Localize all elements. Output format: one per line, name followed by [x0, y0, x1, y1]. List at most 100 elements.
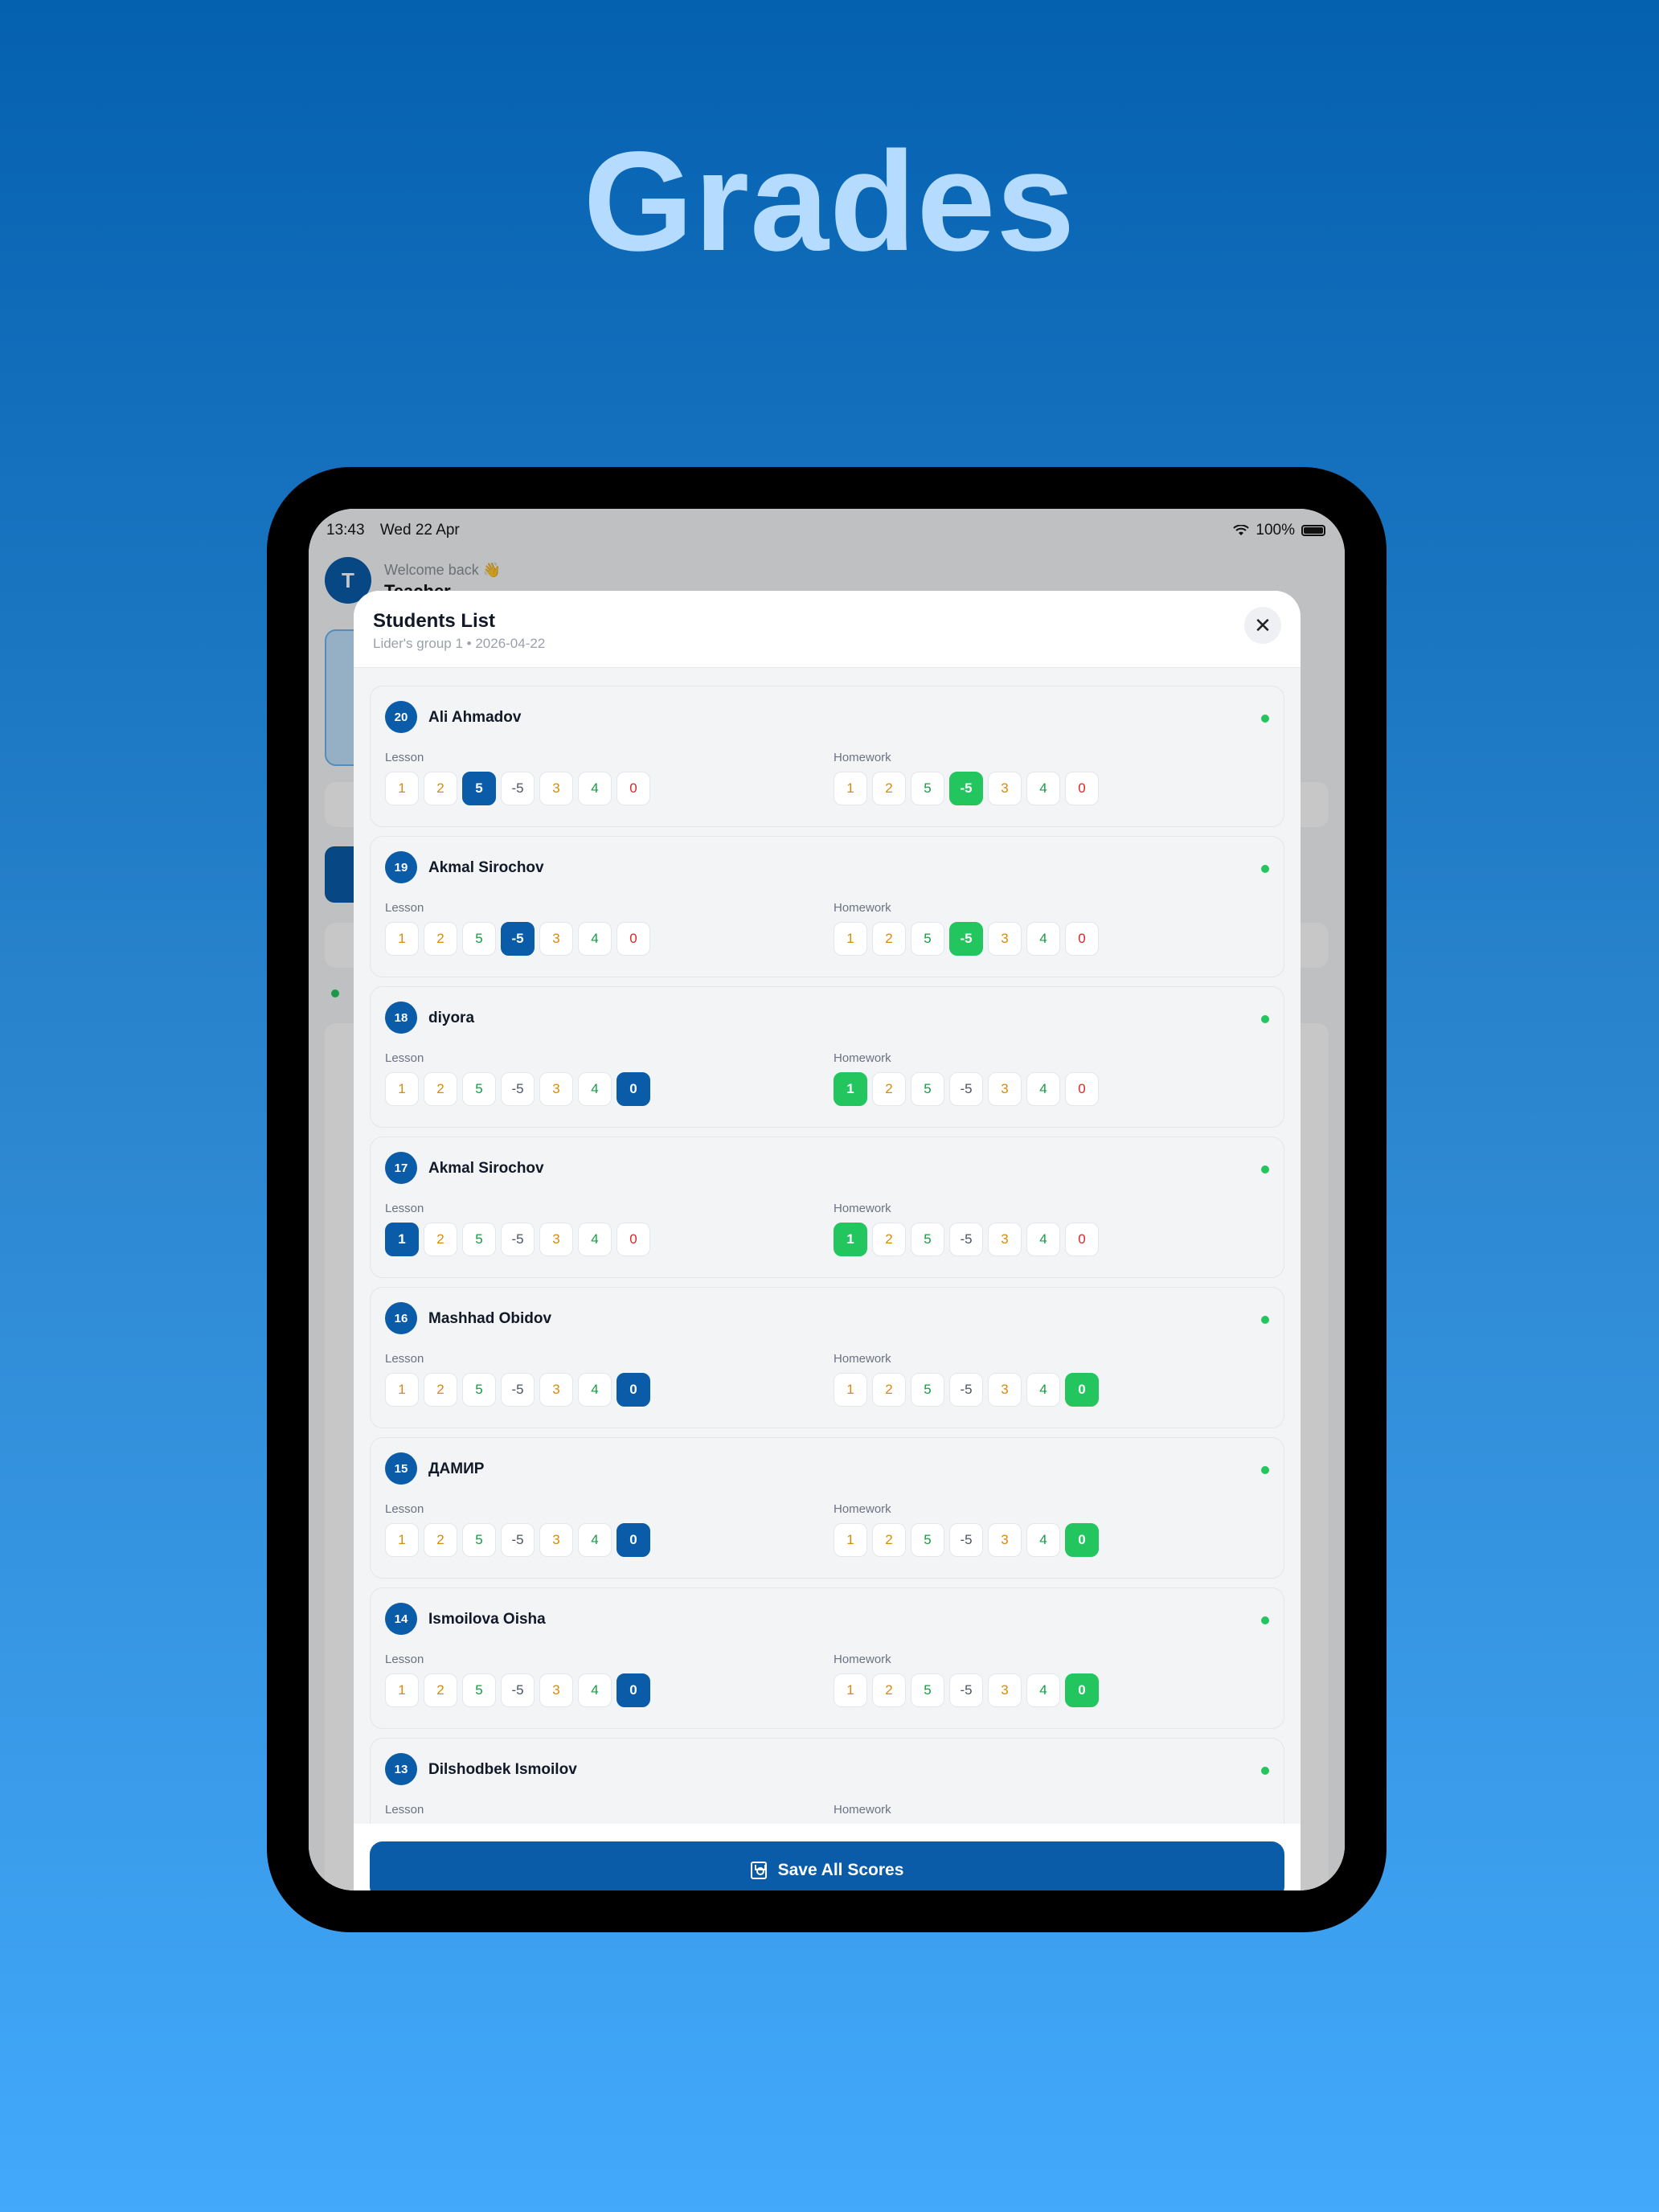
- lesson-grade-button[interactable]: 0: [616, 772, 650, 805]
- lesson-grade-button[interactable]: 3: [539, 1523, 573, 1557]
- lesson-grade-button[interactable]: 0: [616, 1673, 650, 1707]
- homework-grade-button[interactable]: 0: [1065, 922, 1099, 956]
- lesson-grade-button[interactable]: 3: [539, 1223, 573, 1256]
- homework-grade-button[interactable]: -5: [949, 772, 983, 805]
- lesson-grade-button[interactable]: 2: [424, 1373, 457, 1407]
- lesson-grade-button[interactable]: -5: [501, 1373, 535, 1407]
- lesson-grade-button[interactable]: 0: [616, 1523, 650, 1557]
- lesson-grade-button[interactable]: 0: [616, 1373, 650, 1407]
- lesson-grade-button[interactable]: 0: [616, 922, 650, 956]
- homework-grade-button[interactable]: 2: [872, 1373, 906, 1407]
- homework-grade-button[interactable]: 3: [988, 1523, 1022, 1557]
- homework-grade-button[interactable]: 0: [1065, 772, 1099, 805]
- lesson-grade-button[interactable]: 2: [424, 1523, 457, 1557]
- lesson-grade-button[interactable]: 3: [539, 1072, 573, 1106]
- homework-grade-button[interactable]: 3: [988, 1072, 1022, 1106]
- lesson-grade-button[interactable]: 1: [385, 772, 419, 805]
- lesson-grade-button[interactable]: -5: [501, 1072, 535, 1106]
- lesson-grade-button[interactable]: 5: [462, 1223, 496, 1256]
- homework-grade-button[interactable]: -5: [949, 1072, 983, 1106]
- homework-grade-button[interactable]: 5: [911, 1373, 944, 1407]
- homework-grade-button[interactable]: 3: [988, 1223, 1022, 1256]
- lesson-grade-button[interactable]: 1: [385, 1673, 419, 1707]
- lesson-grade-button[interactable]: 1: [385, 922, 419, 956]
- lesson-grade-button[interactable]: 0: [616, 1072, 650, 1106]
- homework-grade-button[interactable]: 1: [834, 772, 867, 805]
- homework-grade-button[interactable]: 3: [988, 772, 1022, 805]
- lesson-grade-button[interactable]: 2: [424, 772, 457, 805]
- homework-grade-button[interactable]: 1: [834, 1072, 867, 1106]
- homework-grade-button[interactable]: 5: [911, 1673, 944, 1707]
- lesson-grade-button[interactable]: 3: [539, 1373, 573, 1407]
- lesson-grade-button[interactable]: 1: [385, 1523, 419, 1557]
- homework-grade-button[interactable]: 2: [872, 1223, 906, 1256]
- homework-grade-button[interactable]: 4: [1026, 1523, 1060, 1557]
- homework-grade-button[interactable]: -5: [949, 1373, 983, 1407]
- lesson-grade-button[interactable]: 2: [424, 922, 457, 956]
- homework-grade-button[interactable]: 2: [872, 1523, 906, 1557]
- lesson-grade-button[interactable]: 2: [424, 1673, 457, 1707]
- lesson-grade-button[interactable]: 5: [462, 1523, 496, 1557]
- lesson-grade-button[interactable]: 3: [539, 772, 573, 805]
- lesson-grade-button[interactable]: -5: [501, 772, 535, 805]
- lesson-grade-button[interactable]: 4: [578, 1673, 612, 1707]
- homework-grade-button[interactable]: 1: [834, 1673, 867, 1707]
- lesson-grade-button[interactable]: 3: [539, 922, 573, 956]
- lesson-grade-button[interactable]: 4: [578, 1072, 612, 1106]
- homework-grade-button[interactable]: 1: [834, 1223, 867, 1256]
- homework-grade-button[interactable]: 5: [911, 772, 944, 805]
- homework-grade-button[interactable]: 2: [872, 1072, 906, 1106]
- lesson-grade-button[interactable]: 1: [385, 1072, 419, 1106]
- lesson-grade-button[interactable]: 1: [385, 1373, 419, 1407]
- lesson-grade-button[interactable]: 4: [578, 772, 612, 805]
- lesson-grade-button[interactable]: 5: [462, 1072, 496, 1106]
- homework-grade-button[interactable]: -5: [949, 1223, 983, 1256]
- homework-grade-button[interactable]: 3: [988, 1373, 1022, 1407]
- homework-grade-button[interactable]: 0: [1065, 1223, 1099, 1256]
- homework-grade-button[interactable]: -5: [949, 1673, 983, 1707]
- homework-grade-button[interactable]: 4: [1026, 1373, 1060, 1407]
- lesson-grade-button[interactable]: 2: [424, 1072, 457, 1106]
- homework-grade-button[interactable]: 2: [872, 1673, 906, 1707]
- lesson-grade-button[interactable]: -5: [501, 1673, 535, 1707]
- lesson-grade-button[interactable]: 5: [462, 772, 496, 805]
- lesson-grade-button[interactable]: 4: [578, 1223, 612, 1256]
- lesson-grade-button[interactable]: 5: [462, 1673, 496, 1707]
- lesson-grade-button[interactable]: 4: [578, 922, 612, 956]
- lesson-grade-button[interactable]: -5: [501, 922, 535, 956]
- homework-grade-button[interactable]: 2: [872, 772, 906, 805]
- homework-grade-button[interactable]: 4: [1026, 1072, 1060, 1106]
- homework-grade-button[interactable]: 4: [1026, 772, 1060, 805]
- lesson-grade-button[interactable]: 4: [578, 1373, 612, 1407]
- lesson-grade-button[interactable]: 5: [462, 1373, 496, 1407]
- lesson-grade-button[interactable]: 2: [424, 1223, 457, 1256]
- homework-grade-button[interactable]: 1: [834, 1523, 867, 1557]
- homework-grade-button[interactable]: 2: [872, 922, 906, 956]
- homework-grade-button[interactable]: 4: [1026, 922, 1060, 956]
- homework-grade-button[interactable]: 3: [988, 922, 1022, 956]
- homework-grade-button[interactable]: 5: [911, 922, 944, 956]
- lesson-grade-button[interactable]: -5: [501, 1523, 535, 1557]
- homework-grade-button[interactable]: 5: [911, 1523, 944, 1557]
- homework-grade-button[interactable]: 1: [834, 1373, 867, 1407]
- homework-grade-button[interactable]: 0: [1065, 1373, 1099, 1407]
- homework-grade-button[interactable]: -5: [949, 922, 983, 956]
- homework-grade-button[interactable]: 0: [1065, 1673, 1099, 1707]
- homework-grade-button[interactable]: 5: [911, 1223, 944, 1256]
- lesson-grade-button[interactable]: 1: [385, 1223, 419, 1256]
- homework-grade-button[interactable]: 3: [988, 1673, 1022, 1707]
- homework-grade-button[interactable]: 0: [1065, 1072, 1099, 1106]
- close-button[interactable]: ✕: [1244, 607, 1281, 644]
- lesson-grade-button[interactable]: -5: [501, 1223, 535, 1256]
- homework-grade-button[interactable]: 4: [1026, 1673, 1060, 1707]
- lesson-grade-button[interactable]: 3: [539, 1673, 573, 1707]
- homework-grade-button[interactable]: 1: [834, 922, 867, 956]
- save-all-scores-button[interactable]: Save All Scores: [370, 1841, 1284, 1890]
- lesson-grade-button[interactable]: 4: [578, 1523, 612, 1557]
- homework-grade-button[interactable]: 5: [911, 1072, 944, 1106]
- homework-grade-button[interactable]: 4: [1026, 1223, 1060, 1256]
- homework-grade-button[interactable]: -5: [949, 1523, 983, 1557]
- homework-grade-button[interactable]: 0: [1065, 1523, 1099, 1557]
- lesson-grade-button[interactable]: 5: [462, 922, 496, 956]
- lesson-grade-button[interactable]: 0: [616, 1223, 650, 1256]
